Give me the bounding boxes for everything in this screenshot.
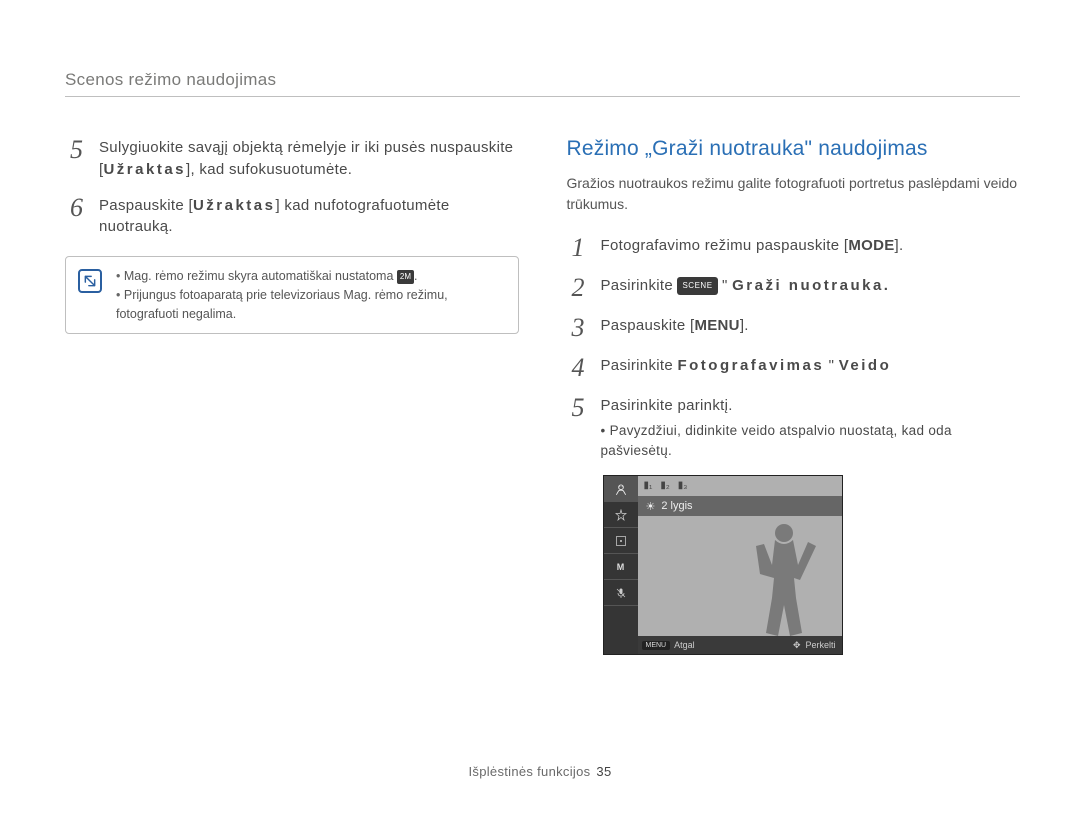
lcd-move-label: Perkelti — [805, 640, 835, 650]
step-5-left: 5 Sulygiuokite savąjį objektą rėmelyje i… — [65, 137, 519, 181]
sub-bullet-item: Pavyzdžiui, didinkite veido atspalvio nu… — [601, 421, 1021, 462]
step-5-right: 5 Pasirinkite parinktį. Pavyzdžiui, didi… — [567, 395, 1021, 461]
note-list: Mag. rėmo režimu skyra automatiškai nust… — [116, 267, 504, 323]
menu-button-label: MENU — [694, 317, 739, 334]
lcd-sidebar-item-star — [604, 502, 638, 528]
step-2-right: 2 Pasirinkite SCENE " Graži nuotrauka. — [567, 275, 1021, 301]
option-label: Veido — [839, 357, 892, 374]
right-column: Režimo „Graži nuotrauka" naudojimas Graž… — [567, 137, 1021, 655]
footer-text: Išplėstinės funkcijos — [469, 764, 591, 779]
page-footer: Išplėstinės funkcijos 35 — [0, 764, 1080, 779]
content-columns: 5 Sulygiuokite savąjį objektą rėmelyje i… — [65, 137, 1020, 655]
step-3-right: 3 Paspauskite [MENU]. — [567, 315, 1021, 341]
shutter-key-label: Užraktas — [103, 161, 186, 178]
sub-bullet-list: Pavyzdžiui, didinkite veido atspalvio nu… — [601, 421, 1021, 462]
step-text: Sulygiuokite savąjį objektą rėmelyje ir … — [99, 137, 519, 181]
text-fragment: " — [718, 277, 733, 294]
text-fragment: ]. — [895, 237, 904, 254]
page-header: Scenos režimo naudojimas — [65, 70, 1020, 90]
step-number: 5 — [567, 395, 585, 461]
note-icon — [78, 269, 102, 293]
step-text: Pasirinkite Fotografavimas " Veido — [601, 355, 892, 381]
lcd-sidebar-item-m: M — [604, 554, 638, 580]
text-fragment: Pasirinkite parinktį. — [601, 397, 733, 414]
shutter-key-label: Užraktas — [193, 197, 276, 214]
lcd-sidebar-item-mic — [604, 580, 638, 606]
text-fragment: Fotografavimo režimu paspauskite [ — [601, 237, 849, 254]
lcd-sidebar-item-focus — [604, 528, 638, 554]
step-number: 5 — [65, 137, 83, 181]
text-fragment: . — [414, 269, 417, 283]
option-label: Fotografavimas — [677, 357, 824, 374]
lcd-back-label: Atgal — [674, 640, 695, 650]
lcd-top-icons: ▮₁ ▮₂ ▮₃ — [638, 476, 842, 496]
step-number: 1 — [567, 235, 585, 261]
text-fragment: ]. — [740, 317, 749, 334]
nav-icon: ✥ — [793, 640, 801, 651]
scene-icon: SCENE — [677, 277, 717, 295]
face-option-icon: ▮₃ — [678, 480, 688, 492]
person-silhouette-icon — [750, 520, 820, 636]
text-fragment: Paspauskite [ — [99, 197, 193, 214]
text-fragment: Paspauskite [ — [601, 317, 695, 334]
lcd-sidebar-item-face — [604, 476, 638, 502]
note-item: Mag. rėmo režimu skyra automatiškai nust… — [116, 267, 504, 286]
step-text: Pasirinkite parinktį. Pavyzdžiui, didink… — [601, 395, 1021, 461]
step-4-right: 4 Pasirinkite Fotografavimas " Veido — [567, 355, 1021, 381]
text-fragment: " — [824, 357, 839, 374]
step-1-right: 1 Fotografavimo režimu paspauskite [MODE… — [567, 235, 1021, 261]
text-fragment: ], kad sufokusuotumėte. — [186, 161, 352, 178]
lcd-body — [638, 516, 842, 636]
mode-button-label: MODE — [848, 237, 894, 254]
step-number: 2 — [567, 275, 585, 301]
lcd-footer-right: ✥ Perkelti — [793, 640, 842, 651]
header-rule — [65, 96, 1020, 97]
face-option-icon: ▮₁ — [644, 480, 653, 492]
text-fragment: Mag. rėmo režimu skyra automatiškai nust… — [124, 269, 397, 283]
step-text: Paspauskite [Užraktas] kad nufotografuot… — [99, 195, 519, 239]
level-label: 2 lygis — [661, 500, 692, 512]
lcd-menu-badge: MENU — [642, 641, 671, 650]
note-box: Mag. rėmo režimu skyra automatiškai nust… — [65, 256, 519, 334]
lcd-sidebar: M — [604, 476, 638, 654]
brightness-icon: ☀ — [646, 500, 656, 513]
step-number: 4 — [567, 355, 585, 381]
step-text: Pasirinkite SCENE " Graži nuotrauka. — [601, 275, 891, 301]
section-title: Režimo „Graži nuotrauka" naudojimas — [567, 137, 1021, 161]
step-number: 6 — [65, 195, 83, 239]
note-item: Prijungus fotoaparatą prie televizoriaus… — [116, 286, 504, 324]
section-intro: Gražios nuotraukos režimu galite fotogra… — [567, 173, 1021, 215]
text-fragment: Pasirinkite — [601, 277, 678, 294]
left-column: 5 Sulygiuokite savąjį objektą rėmelyje i… — [65, 137, 519, 655]
step-text: Fotografavimo režimu paspauskite [MODE]. — [601, 235, 904, 261]
resolution-badge: 2M — [397, 270, 414, 284]
option-label: Graži nuotrauka. — [732, 277, 890, 294]
face-option-icon: ▮₂ — [660, 480, 669, 492]
page-number: 35 — [596, 764, 611, 779]
step-text: Paspauskite [MENU]. — [601, 315, 749, 341]
step-number: 3 — [567, 315, 585, 341]
text-fragment: Pasirinkite — [601, 357, 678, 374]
camera-lcd-preview: M ▮₁ ▮₂ ▮₃ ☀ 2 lygis — [603, 475, 843, 655]
step-6-left: 6 Paspauskite [Užraktas] kad nufotografu… — [65, 195, 519, 239]
lcd-main: ▮₁ ▮₂ ▮₃ ☀ 2 lygis — [638, 476, 842, 654]
lcd-level-bar: ☀ 2 lygis — [638, 496, 842, 516]
lcd-footer: MENU Atgal ✥ Perkelti — [638, 636, 842, 654]
